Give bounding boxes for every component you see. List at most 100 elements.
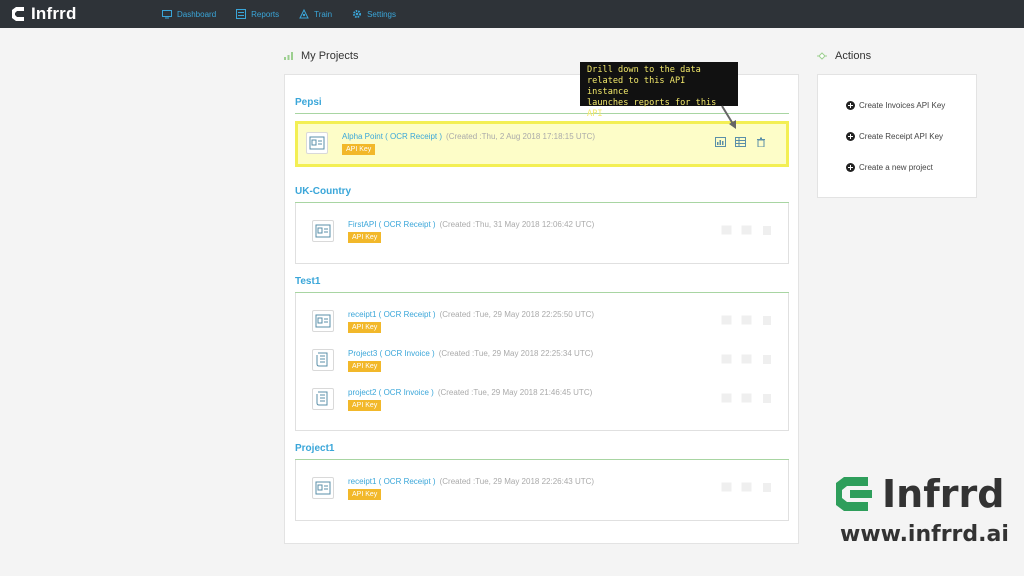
tooltip-line: related to this API instance	[587, 76, 686, 97]
group-title-project1: Project1	[295, 443, 335, 454]
app-name: Infrrd	[31, 4, 77, 23]
action-label: Create a new project	[859, 163, 933, 172]
project-name[interactable]: FirstAPI ( OCR Receipt ) (Created :Thu, 3…	[348, 220, 594, 229]
tooltip-line: launches reports for this API	[587, 98, 717, 119]
brand-watermark: Infrrd www.infrrd.ai	[830, 472, 1009, 547]
actions-header: Actions	[817, 50, 871, 62]
action-label: Create Receipt API Key	[859, 132, 944, 141]
diamond-icon	[817, 52, 827, 60]
api-key-badge[interactable]: API Key	[348, 361, 382, 372]
project-actions	[721, 392, 772, 403]
project-actions	[721, 481, 772, 492]
nav-settings[interactable]: Settings	[352, 9, 396, 19]
nav-train[interactable]: Train	[299, 9, 332, 19]
receipt-icon	[312, 477, 334, 499]
project-row[interactable]: project2 ( OCR Invoice ) (Created :Tue, 2…	[312, 388, 782, 418]
top-navbar: Infrrd Dashboard Reports Train Settings	[0, 0, 1024, 28]
nav-dashboard[interactable]: Dashboard	[162, 9, 217, 19]
project-name[interactable]: project2 ( OCR Invoice ) (Created :Tue, 2…	[348, 388, 592, 397]
tooltip-arrow-icon	[721, 105, 736, 129]
chart-icon[interactable]	[715, 136, 726, 147]
group-box-project1: receipt1 ( OCR Receipt ) (Created :Tue, 2…	[295, 460, 789, 521]
train-icon	[299, 9, 309, 19]
project-created: (Created :Tue, 29 May 2018 22:25:50 UTC)	[439, 310, 595, 319]
project-row[interactable]: FirstAPI ( OCR Receipt ) (Created :Thu, 3…	[312, 220, 782, 250]
group-title-test1: Test1	[295, 276, 321, 287]
project-row[interactable]: receipt1 ( OCR Receipt ) (Created :Tue, 2…	[312, 310, 782, 340]
trash-icon[interactable]	[755, 136, 766, 147]
trash-icon[interactable]	[761, 392, 772, 403]
receipt-icon	[312, 310, 334, 332]
receipt-icon	[306, 132, 328, 154]
create-invoices-api-key[interactable]: Create Invoices API Key	[846, 101, 945, 110]
brand-name: Infrrd	[882, 472, 1005, 516]
app-logo[interactable]: Infrrd	[10, 4, 77, 24]
trash-icon[interactable]	[761, 314, 772, 325]
create-receipt-api-key[interactable]: Create Receipt API Key	[846, 132, 943, 141]
project-row[interactable]: receipt1 ( OCR Receipt ) (Created :Tue, 2…	[312, 477, 782, 507]
table-icon[interactable]	[741, 353, 752, 364]
create-new-project[interactable]: Create a new project	[846, 163, 933, 172]
project-created: (Created :Tue, 29 May 2018 21:46:45 UTC)	[437, 388, 593, 397]
actions-title: Actions	[835, 50, 872, 62]
table-icon[interactable]	[735, 136, 746, 147]
nav-reports-label: Reports	[251, 9, 280, 19]
project-name[interactable]: receipt1 ( OCR Receipt ) (Created :Tue, 2…	[348, 310, 594, 319]
project-created: (Created :Thu, 31 May 2018 12:06:42 UTC)	[439, 220, 595, 229]
api-key-badge[interactable]: API Key	[342, 144, 376, 155]
chart-icon[interactable]	[721, 481, 732, 492]
api-key-badge[interactable]: API Key	[348, 400, 382, 411]
actions-panel: Create Invoices API Key Create Receipt A…	[817, 74, 977, 198]
drill-down-tooltip: Drill down to the data related to this A…	[580, 62, 738, 119]
monitor-icon	[162, 9, 172, 18]
chart-icon[interactable]	[721, 353, 732, 364]
nav-dashboard-label: Dashboard	[177, 9, 217, 19]
invoice-icon	[312, 388, 334, 410]
api-key-badge[interactable]: API Key	[348, 232, 382, 243]
project-name[interactable]: Alpha Point ( OCR Receipt ) (Created :Thu…	[342, 132, 595, 141]
api-key-badge[interactable]: API Key	[348, 489, 382, 500]
project-name[interactable]: receipt1 ( OCR Receipt ) (Created :Tue, 2…	[348, 477, 594, 486]
chart-icon[interactable]	[721, 392, 732, 403]
chart-icon[interactable]	[721, 314, 732, 325]
group-box-test1: receipt1 ( OCR Receipt ) (Created :Tue, 2…	[295, 293, 789, 431]
group-title-uk-country: UK-Country	[295, 186, 352, 197]
main-nav: Dashboard Reports Train Settings	[162, 0, 396, 28]
project-actions	[721, 224, 772, 235]
reports-icon	[236, 9, 247, 19]
project-created: (Created :Tue, 29 May 2018 22:26:43 UTC)	[439, 477, 595, 486]
table-icon[interactable]	[741, 481, 752, 492]
project-row[interactable]: Alpha Point ( OCR Receipt ) (Created :Thu…	[306, 132, 776, 162]
receipt-icon	[312, 220, 334, 242]
infrrd-logo-icon	[12, 7, 26, 21]
project-name[interactable]: Project3 ( OCR Invoice ) (Created :Tue, 2…	[348, 349, 593, 358]
nav-reports[interactable]: Reports	[236, 9, 279, 19]
infrrd-logo-icon	[836, 477, 872, 511]
nav-train-label: Train	[314, 9, 333, 19]
group-title-pepsi: Pepsi	[295, 97, 322, 108]
bar-chart-icon	[284, 52, 293, 60]
table-icon[interactable]	[741, 224, 752, 235]
trash-icon[interactable]	[761, 353, 772, 364]
my-projects-header: My Projects	[284, 50, 358, 62]
project-created: (Created :Thu, 2 Aug 2018 17:18:15 UTC)	[446, 132, 596, 141]
action-label: Create Invoices API Key	[859, 101, 946, 110]
trash-icon[interactable]	[761, 224, 772, 235]
chart-icon[interactable]	[721, 224, 732, 235]
plus-circle-icon	[846, 132, 855, 141]
project-actions	[721, 314, 772, 325]
trash-icon[interactable]	[761, 481, 772, 492]
brand-logo: Infrrd	[830, 472, 1004, 516]
project-row[interactable]: Project3 ( OCR Invoice ) (Created :Tue, 2…	[312, 349, 782, 379]
table-icon[interactable]	[741, 392, 752, 403]
my-projects-title: My Projects	[301, 50, 359, 62]
plus-circle-icon	[846, 163, 855, 172]
brand-url: www.infrrd.ai	[840, 522, 1009, 547]
table-icon[interactable]	[741, 314, 752, 325]
project-actions	[721, 353, 772, 364]
nav-settings-label: Settings	[367, 9, 396, 19]
project-created: (Created :Tue, 29 May 2018 22:25:34 UTC)	[438, 349, 594, 358]
group-box-pepsi: Alpha Point ( OCR Receipt ) (Created :Thu…	[295, 121, 789, 167]
api-key-badge[interactable]: API Key	[348, 322, 382, 333]
invoice-icon	[312, 349, 334, 371]
